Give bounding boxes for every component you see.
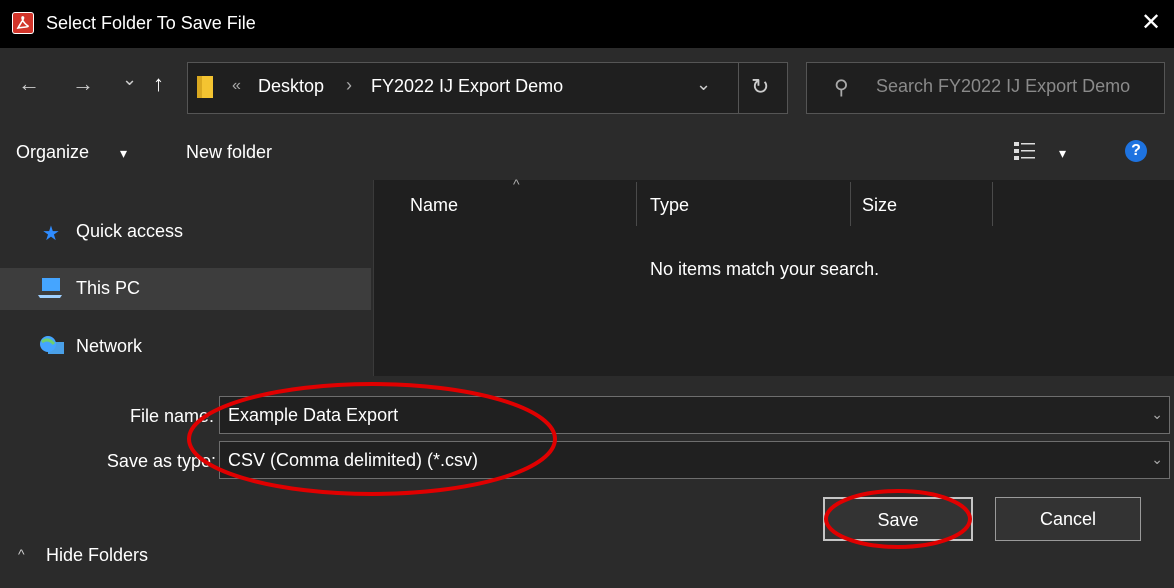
save-as-type-select[interactable]: CSV (Comma delimited) (*.csv) ⌄ — [219, 441, 1170, 479]
refresh-icon[interactable]: ↻ — [751, 74, 769, 100]
view-options-icon[interactable] — [1014, 142, 1036, 160]
file-name-label: File name: — [129, 406, 214, 426]
sort-ascending-icon: ^ — [513, 176, 520, 192]
command-toolbar — [0, 124, 1174, 180]
address-dropdown-icon[interactable]: ⌄ — [696, 74, 711, 95]
navpane-label: This PC — [76, 278, 141, 298]
column-divider[interactable] — [850, 182, 851, 226]
pdf-app-icon — [12, 12, 34, 34]
column-divider[interactable] — [992, 182, 993, 226]
window-title: Select Folder To Save File — [46, 13, 256, 33]
column-header-name[interactable]: Name — [410, 195, 458, 216]
save-as-type-label: Save as type: — [106, 451, 216, 471]
navpane-item-this-pc[interactable]: This PC — [0, 268, 371, 310]
forward-arrow-icon[interactable]: → — [72, 71, 94, 97]
breadcrumb-arrow-icon[interactable]: › — [346, 75, 352, 96]
empty-results-message: No items match your search. — [650, 259, 880, 279]
column-divider[interactable] — [636, 182, 637, 226]
search-placeholder: Search FY2022 IJ Export Demo — [876, 76, 1131, 96]
chevron-up-icon[interactable]: ^ — [18, 546, 25, 562]
search-icon: ⚲ — [834, 77, 849, 99]
column-header-size[interactable]: Size — [862, 195, 897, 216]
chevron-down-icon[interactable]: ⌄ — [1151, 451, 1163, 468]
save-as-type-value: CSV (Comma delimited) (*.csv) — [228, 450, 479, 470]
up-arrow-icon[interactable]: ↑ — [153, 71, 164, 97]
help-icon[interactable]: ? — [1125, 140, 1147, 162]
folder-icon — [197, 74, 213, 100]
file-name-input[interactable]: Example Data Export ⌄ — [219, 396, 1170, 434]
navpane-label: Quick access — [76, 221, 184, 241]
chevron-down-icon[interactable]: ⌄ — [1151, 406, 1163, 423]
recent-locations-icon[interactable]: ⌄ — [122, 69, 137, 90]
view-dropdown-icon[interactable]: ▾ — [1059, 145, 1066, 162]
close-icon[interactable]: ✕ — [1138, 10, 1164, 36]
navpane-item-network[interactable]: Network — [0, 326, 371, 368]
organize-dropdown-icon[interactable]: ▾ — [120, 145, 127, 162]
overflow-chevron-icon[interactable]: « — [232, 77, 241, 95]
new-folder-button[interactable]: New folder — [186, 142, 272, 163]
file-name-value: Example Data Export — [228, 405, 399, 425]
star-icon: ★ — [42, 223, 60, 245]
navpane-item-quick-access[interactable]: ★ Quick access — [0, 211, 371, 253]
organize-button[interactable]: Organize — [16, 142, 89, 163]
column-header-type[interactable]: Type — [650, 195, 689, 216]
back-arrow-icon[interactable]: ← — [18, 71, 40, 97]
save-button[interactable]: Save — [823, 497, 973, 541]
breadcrumb-current-folder[interactable]: FY2022 IJ Export Demo — [371, 76, 563, 97]
navpane-label: Network — [76, 336, 143, 356]
hide-folders-button[interactable]: Hide Folders — [46, 545, 148, 566]
computer-icon — [36, 276, 64, 306]
cancel-button[interactable]: Cancel — [995, 497, 1141, 541]
address-divider — [738, 62, 739, 114]
breadcrumb-desktop[interactable]: Desktop — [258, 76, 324, 97]
network-icon — [38, 334, 66, 364]
